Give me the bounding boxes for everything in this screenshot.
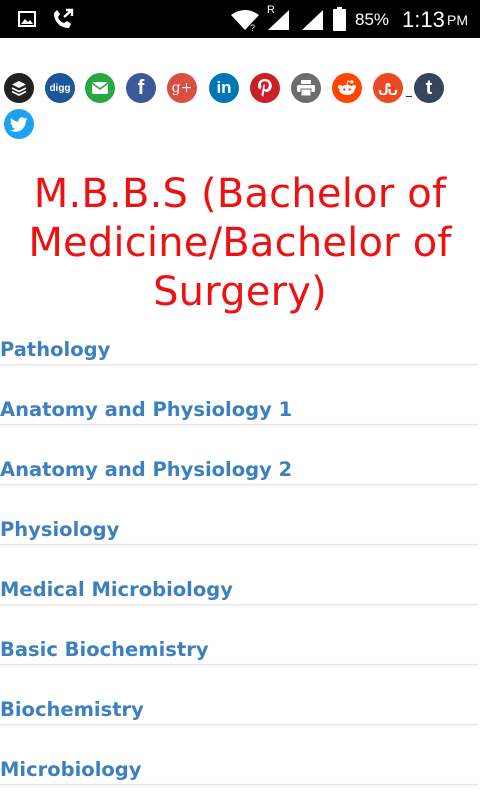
list-item-basic-biochemistry[interactable]: Basic Biochemistry: [0, 628, 480, 688]
twitter-share-icon[interactable]: [4, 109, 34, 139]
missed-call-icon: [54, 8, 74, 28]
title-line: Surgery): [153, 269, 327, 315]
subject-link[interactable]: Basic Biochemistry: [0, 638, 209, 661]
svg-text:?: ?: [250, 23, 255, 31]
divider: [0, 364, 478, 365]
reddit-share-icon[interactable]: [332, 73, 362, 103]
subject-link[interactable]: Biochemistry: [0, 698, 144, 721]
list-item-microbiology[interactable]: Microbiology: [0, 748, 480, 808]
share-separator: [406, 96, 412, 97]
subject-link[interactable]: Physiology: [0, 518, 119, 541]
divider: [0, 784, 478, 785]
buffer-share-icon[interactable]: [4, 73, 34, 103]
subject-link[interactable]: Anatomy and Physiology 2: [0, 458, 292, 481]
divider: [0, 484, 478, 485]
list-item-pathology[interactable]: Pathology: [0, 328, 480, 388]
signal-icon: [302, 10, 323, 30]
pinterest-share-icon[interactable]: [250, 73, 280, 103]
title-line: M.B.B.S (Bachelor of: [33, 171, 447, 217]
clock-ampm: PM: [447, 12, 468, 28]
tumblr-share-icon[interactable]: t: [414, 73, 444, 103]
divider: [0, 724, 478, 725]
stumbleupon-share-icon[interactable]: [373, 73, 403, 103]
subject-link[interactable]: Anatomy and Physiology 1: [0, 398, 292, 421]
divider: [0, 544, 478, 545]
linkedin-share-icon[interactable]: in: [209, 73, 239, 103]
share-bar: digg f g+ in t: [0, 70, 480, 140]
email-share-icon[interactable]: [85, 73, 115, 103]
list-item-medical-microbiology[interactable]: Medical Microbiology: [0, 568, 480, 628]
battery-icon: [333, 7, 346, 31]
facebook-share-icon[interactable]: f: [126, 73, 156, 103]
subject-link[interactable]: Medical Microbiology: [0, 578, 233, 601]
battery-percent: 85%: [355, 10, 390, 29]
page-title: M.B.B.S (Bachelor of Medicine/Bachelor o…: [0, 170, 480, 317]
subject-link[interactable]: Pathology: [0, 338, 110, 361]
list-item-biochemistry[interactable]: Biochemistry: [0, 688, 480, 748]
gallery-icon: [18, 11, 36, 27]
status-bar: ? R 85% 1:13 PM: [0, 0, 480, 38]
divider: [0, 664, 478, 665]
divider: [0, 424, 478, 425]
subject-link[interactable]: Microbiology: [0, 758, 141, 781]
title-line: Medicine/Bachelor of: [28, 220, 452, 266]
list-item-physiology[interactable]: Physiology: [0, 508, 480, 568]
digg-share-icon[interactable]: digg: [45, 73, 75, 103]
google-plus-share-icon[interactable]: g+: [167, 73, 197, 103]
divider: [0, 604, 478, 605]
list-item-anatomy-physiology-1[interactable]: Anatomy and Physiology 1: [0, 388, 480, 448]
subject-list: Pathology Anatomy and Physiology 1 Anato…: [0, 328, 480, 808]
print-share-icon[interactable]: [291, 73, 321, 103]
wifi-icon: ?: [231, 10, 259, 31]
list-item-anatomy-physiology-2[interactable]: Anatomy and Physiology 2: [0, 448, 480, 508]
signal-icon: [268, 10, 289, 30]
clock-time: 1:13: [402, 7, 445, 32]
